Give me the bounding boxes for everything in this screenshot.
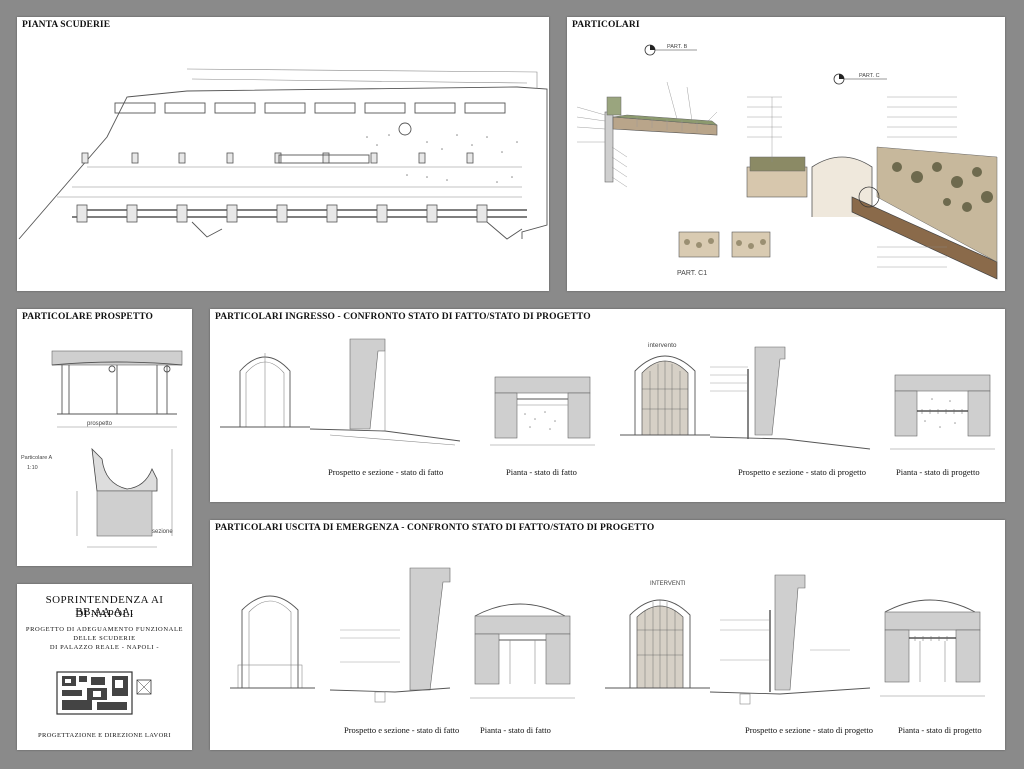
facade-detail-drawing: prospetto Particolare A 1:10 sezione [21, 350, 183, 548]
caption-prospetto-progetto: Prospetto e sezione - stato di progetto [738, 467, 866, 477]
panel-particolare-prospetto: PARTICOLARE PROSPETTO prospetto Particol… [17, 309, 192, 566]
panel-particolari-ingresso: PARTICOLARI INGRESSO - CONFRONTO STATO D… [210, 309, 1005, 502]
scale-label: 1:10 [27, 465, 38, 471]
floor-plan-drawing [18, 68, 548, 240]
part-c-label: PART. C [859, 73, 880, 79]
interventi-label: INTERVENTI [650, 581, 686, 587]
caption-prospetto-progetto: Prospetto e sezione - stato di progetto [745, 725, 873, 735]
site-plan-thumbnail [56, 671, 152, 715]
project-footer: PROGETTAZIONE E DIREZIONE LAVORI [38, 732, 171, 739]
caption-pianta-fatto: Pianta - stato di fatto [480, 725, 551, 735]
part-b-label: PART. B [667, 44, 688, 50]
emergency-exit-drawing: INTERVENTI [230, 567, 985, 705]
prospetto-label: prospetto [87, 421, 113, 427]
caption-pianta-progetto: Pianta - stato di progetto [896, 467, 980, 477]
caption-prospetto-fatto: Prospetto e sezione - stato di fatto [344, 725, 460, 735]
panel-soprintendenza: SOPRINTENDENZA AI BB.AA.AA. DI NAPOLI PR… [17, 584, 192, 750]
caption-pianta-fatto: Pianta - stato di fatto [506, 467, 577, 477]
particolare-label: Particolare A [21, 455, 53, 461]
part-c1-label: PART. C1 [677, 270, 707, 277]
caption-pianta-progetto: Pianta - stato di progetto [898, 725, 982, 735]
caption-prospetto-fatto: Prospetto e sezione - stato di fatto [328, 467, 444, 477]
panel-pianta-scuderie: PIANTA SCUDERIE [17, 17, 549, 291]
panel-particolari: PARTICOLARI PART. B PART. C PART. C1 [567, 17, 1005, 291]
panel-particolari-emergenza: PARTICOLARI USCITA DI EMERGENZA - CONFRO… [210, 520, 1005, 750]
intervento-label: intervento [648, 342, 677, 349]
sezione-label: sezione [152, 529, 173, 535]
details-drawing: PART. B PART. C PART. C1 [576, 44, 998, 280]
